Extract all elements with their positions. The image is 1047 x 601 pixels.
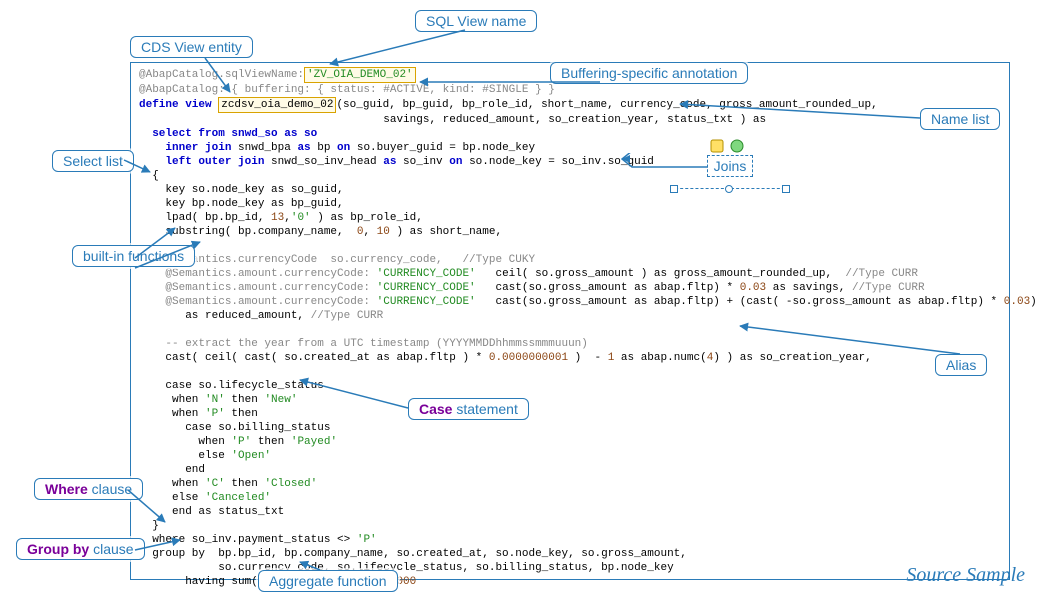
callout-sql-view-name: SQL View name (415, 10, 537, 32)
source-code: @AbapCatalog.sqlViewName:'ZV_OIA_DEMO_02… (139, 67, 1001, 589)
callout-joins: Joins (670, 155, 790, 199)
callout-aggregate: Aggregate function (258, 570, 398, 592)
callout-group-by: Group by clause (16, 538, 145, 560)
source-sample-label: Source Sample (906, 564, 1025, 587)
callout-builtin-functions: built-in functions (72, 245, 195, 267)
callout-where: Where clause (34, 478, 143, 500)
callout-case: Case statement (408, 398, 529, 420)
callout-cds-view-entity: CDS View entity (130, 36, 253, 58)
code-panel: @AbapCatalog.sqlViewName:'ZV_OIA_DEMO_02… (130, 62, 1010, 580)
sql-view-literal: 'ZV_OIA_DEMO_02' (304, 67, 416, 83)
callout-buffering: Buffering-specific annotation (550, 62, 748, 84)
callout-name-list: Name list (920, 108, 1000, 130)
callout-select-list: Select list (52, 150, 134, 172)
cds-view-name: zcdsv_oia_demo_02 (218, 97, 336, 113)
callout-alias: Alias (935, 354, 987, 376)
